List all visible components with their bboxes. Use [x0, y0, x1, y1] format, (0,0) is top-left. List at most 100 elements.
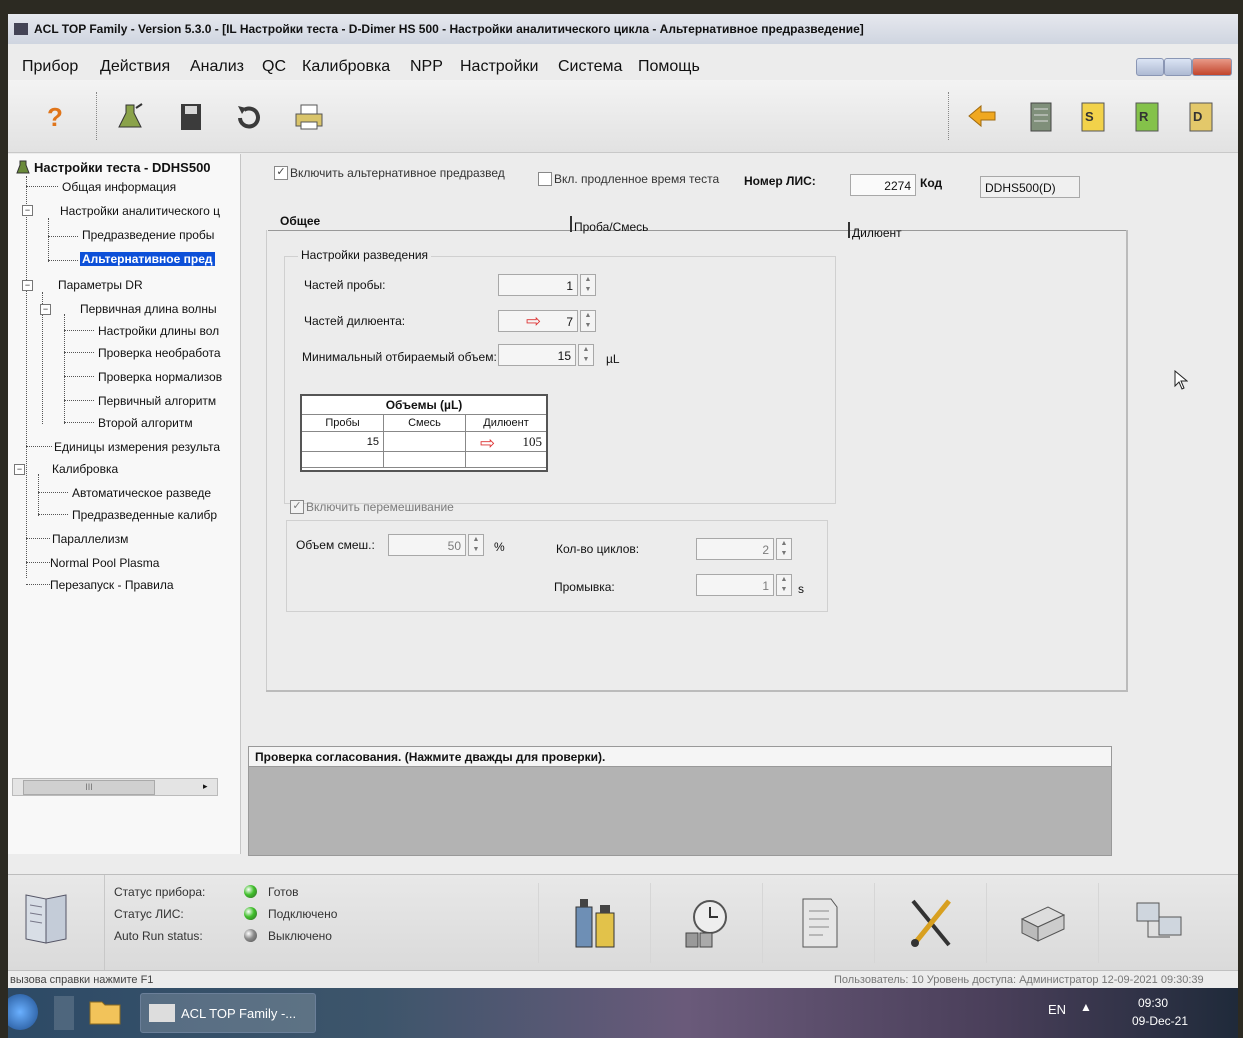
diluent-parts-label: Частей дилюента: [304, 314, 406, 328]
tree-item-alt-predilution[interactable]: Альтернативное пред [80, 252, 215, 266]
consistency-check-panel[interactable]: Проверка согласования. (Нажмите дважды д… [248, 746, 1112, 856]
mix-volume-field[interactable]: 50 [388, 534, 466, 556]
menu-calibration[interactable]: Калибровка [302, 58, 390, 76]
tree-item-sample-predilution[interactable]: Предразведение пробы [82, 228, 214, 242]
tools-icon[interactable] [874, 883, 987, 963]
menu-settings[interactable]: Настройки [460, 58, 538, 76]
tree-line [26, 562, 50, 563]
tree-item-normal-pool-plasma[interactable]: Normal Pool Plasma [50, 556, 159, 570]
tree-expander[interactable]: − [14, 464, 25, 475]
tree-line [38, 514, 68, 515]
min-volume-field[interactable]: 15 [498, 344, 576, 366]
mix-cycles-field[interactable]: 2 [696, 538, 774, 560]
mix-volume-spinner[interactable]: ▲ ▼ [468, 534, 484, 556]
start-button[interactable] [8, 994, 38, 1030]
tree-horizontal-scrollbar[interactable]: III ▸ [12, 778, 218, 796]
volumes-cell-empty [302, 452, 384, 468]
tree-line [64, 330, 94, 331]
flask-icon[interactable] [114, 100, 148, 134]
tab-general[interactable]: Общее [280, 214, 320, 228]
tree-item-second-algorithm[interactable]: Второй алгоритм [98, 416, 193, 430]
taskbar-acl-top-button[interactable]: ACL TOP Family -... [140, 993, 316, 1033]
diluent-parts-spinner[interactable]: ▲ ▼ [580, 310, 596, 332]
mixing-group [286, 520, 828, 612]
printer-icon[interactable] [292, 100, 326, 134]
s-page-letter: S [1085, 109, 1094, 124]
tree-expander[interactable]: − [22, 205, 33, 216]
mixing-checkbox[interactable]: ✓ [290, 500, 304, 514]
tray-expand-icon[interactable]: ▲ [1080, 1000, 1092, 1014]
tree-expander[interactable]: − [22, 280, 33, 291]
tree-item-primary-algorithm[interactable]: Первичный алгоритм [98, 394, 216, 408]
tree-line [64, 422, 94, 423]
tree-item-raw-check[interactable]: Проверка необработа [98, 346, 221, 360]
lis-number-label: Номер ЛИС: [744, 174, 816, 188]
r-page-icon[interactable]: R [1132, 100, 1166, 134]
sample-parts-field[interactable]: 1 [498, 274, 578, 296]
file-explorer-icon[interactable] [88, 996, 122, 1028]
clock-date[interactable]: 09-Dec-21 [1132, 1014, 1188, 1028]
tree-item-calibration[interactable]: Калибровка [52, 462, 118, 476]
wash-field[interactable]: 1 [696, 574, 774, 596]
tree-item-rerun-rules[interactable]: Перезапуск - Правила [50, 578, 174, 592]
extended-time-checkbox[interactable] [538, 172, 552, 186]
tree-item-wavelength-settings[interactable]: Настройки длины вол [98, 324, 219, 338]
lis-number-field[interactable]: 2274 [850, 174, 916, 196]
min-volume-label: Минимальный отбираемый объем: [302, 350, 497, 364]
mix-volume-label: Объем смеш.: [296, 538, 375, 552]
clock-time[interactable]: 09:30 [1138, 996, 1168, 1010]
back-arrow-icon[interactable] [966, 100, 1000, 134]
tree-expander[interactable]: − [40, 304, 51, 315]
list-icon[interactable] [1024, 100, 1058, 134]
content-border [1126, 230, 1128, 690]
tree-item-normalized-check[interactable]: Проверка нормализов [98, 370, 222, 384]
report-sheet-icon[interactable] [762, 883, 875, 963]
tree-root[interactable]: Настройки теста - DDHS500 [34, 160, 211, 175]
clock-samples-icon[interactable] [650, 883, 763, 963]
consistency-check-header[interactable]: Проверка согласования. (Нажмите дважды д… [249, 747, 1111, 767]
menu-instrument[interactable]: Прибор [22, 58, 78, 76]
reagent-bottles-icon[interactable] [538, 883, 651, 963]
s-page-icon[interactable]: S [1078, 100, 1112, 134]
content-border [266, 690, 1128, 692]
tree-line [26, 186, 58, 187]
alt-predilution-checkbox[interactable]: ✓ [274, 166, 288, 180]
printer-status-icon[interactable] [986, 883, 1099, 963]
tree-item-primary-wavelength[interactable]: Первичная длина волны [80, 302, 217, 316]
tree-item-auto-dilution[interactable]: Автоматическое разведе [72, 486, 211, 500]
mix-volume-unit: % [494, 540, 505, 554]
tree-item-analytic-settings[interactable]: Настройки аналитического ц [60, 204, 220, 218]
min-volume-spinner[interactable]: ▲ ▼ [578, 344, 594, 366]
lis-status-led [244, 907, 257, 920]
wash-spinner[interactable]: ▲ ▼ [776, 574, 792, 596]
menu-analysis[interactable]: Анализ [190, 58, 244, 76]
menu-system[interactable]: Система [558, 58, 622, 76]
refresh-icon[interactable] [232, 100, 266, 134]
manual-book-icon[interactable] [22, 889, 70, 947]
tab-diluent[interactable]: Дилюент [852, 226, 902, 240]
sample-parts-spinner[interactable]: ▲ ▼ [580, 274, 596, 296]
tree-item-dr-params[interactable]: Параметры DR [58, 278, 143, 292]
d-page-icon[interactable]: D [1186, 100, 1220, 134]
menu-help[interactable]: Помощь [638, 58, 700, 76]
menu-npp[interactable]: NPP [410, 58, 443, 76]
network-computers-icon[interactable] [1098, 883, 1219, 963]
tab-sample-mix[interactable]: Проба/Смесь [574, 220, 648, 234]
language-indicator[interactable]: EN [1048, 1002, 1066, 1017]
wash-label: Промывка: [554, 580, 615, 594]
menu-qc[interactable]: QC [262, 58, 286, 76]
mix-cycles-spinner[interactable]: ▲ ▼ [776, 538, 792, 560]
save-icon[interactable] [174, 100, 208, 134]
menu-actions[interactable]: Действия [100, 58, 170, 76]
tree-scroll-thumb[interactable]: III [23, 780, 155, 795]
tree-item-general-info[interactable]: Общая информация [62, 180, 176, 194]
scroll-right-icon[interactable]: ▸ [203, 781, 208, 792]
lis-status-label: Статус ЛИС: [114, 907, 184, 921]
tree-item-result-units[interactable]: Единицы измерения результа [54, 440, 220, 454]
help-icon[interactable]: ? [38, 100, 72, 134]
volumes-cell-mix [384, 432, 466, 452]
tree-item-prediluted-calibrators[interactable]: Предразведенные калибр [72, 508, 217, 522]
tree-line [64, 400, 94, 401]
tree-line [48, 260, 78, 261]
tree-item-parallelism[interactable]: Параллелизм [52, 532, 128, 546]
